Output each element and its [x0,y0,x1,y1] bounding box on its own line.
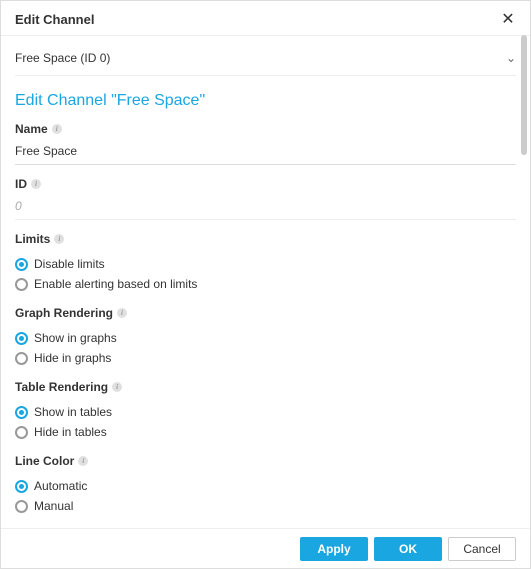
field-name: Name i [15,122,516,165]
info-icon[interactable]: i [112,382,122,392]
radio-show-in-graphs[interactable]: Show in graphs [15,328,516,348]
field-table-rendering: Table Rendering i Show in tables Hide in… [15,380,516,442]
apply-button[interactable]: Apply [300,537,368,561]
info-icon[interactable]: i [117,308,127,318]
radio-hide-in-tables[interactable]: Hide in tables [15,422,516,442]
cancel-button[interactable]: Cancel [448,537,516,561]
dialog-footer: Apply OK Cancel [1,528,530,568]
scrollbar[interactable] [521,35,527,155]
channel-selector-label: Free Space (ID 0) [15,51,110,65]
label-table-rendering: Table Rendering i [15,380,122,394]
info-icon[interactable]: i [31,179,41,189]
radio-icon [15,278,28,291]
radio-icon [15,258,28,271]
radio-icon [15,480,28,493]
id-value: 0 [15,195,516,220]
section-title: Edit Channel "Free Space" [15,92,516,110]
ok-button[interactable]: OK [374,537,442,561]
name-input[interactable] [15,140,516,165]
field-line-color: Line Color i Automatic Manual [15,454,516,516]
channel-selector[interactable]: Free Space (ID 0) ⌄ [15,35,516,76]
radio-line-color-auto[interactable]: Automatic [15,476,516,496]
label-line-color: Line Color i [15,454,88,468]
field-graph-rendering: Graph Rendering i Show in graphs Hide in… [15,306,516,368]
radio-icon [15,500,28,513]
dialog-title: Edit Channel [15,12,94,27]
dialog-header: Edit Channel ✕ [1,1,530,36]
close-icon[interactable]: ✕ [500,11,516,27]
label-name: Name i [15,122,62,136]
radio-icon [15,352,28,365]
chevron-down-icon: ⌄ [506,51,516,65]
info-icon[interactable]: i [52,124,62,134]
radio-icon [15,406,28,419]
info-icon[interactable]: i [54,234,64,244]
radio-line-color-manual[interactable]: Manual [15,496,516,516]
radio-show-in-tables[interactable]: Show in tables [15,402,516,422]
radio-icon [15,426,28,439]
radio-hide-in-graphs[interactable]: Hide in graphs [15,348,516,368]
radio-enable-alerting[interactable]: Enable alerting based on limits [15,274,516,294]
content-area: Free Space (ID 0) ⌄ Edit Channel "Free S… [1,35,530,528]
label-graph-rendering: Graph Rendering i [15,306,127,320]
label-id: ID i [15,177,41,191]
info-icon[interactable]: i [78,456,88,466]
field-limits: Limits i Disable limits Enable alerting … [15,232,516,294]
field-id: ID i 0 [15,177,516,220]
label-limits: Limits i [15,232,64,246]
radio-icon [15,332,28,345]
radio-disable-limits[interactable]: Disable limits [15,254,516,274]
